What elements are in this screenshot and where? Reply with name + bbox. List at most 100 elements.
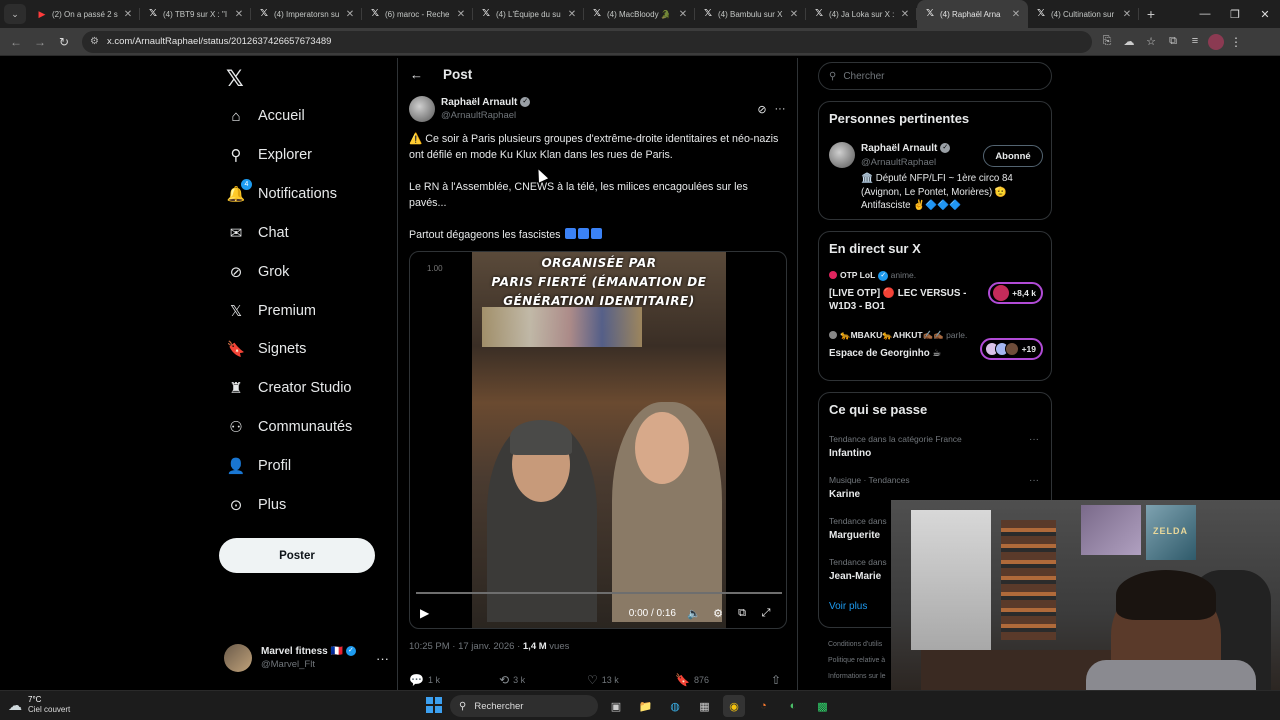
address-bar[interactable]: ⚙ x.com/ArnaultRaphael/status/2012637426… [82, 30, 1092, 53]
back-icon[interactable]: ← [4, 35, 28, 49]
tab-close-icon[interactable]: ✕ [677, 9, 689, 20]
star-icon[interactable]: ☆ [1140, 35, 1162, 48]
browser-tab[interactable]: ▶ (2) On a passé 2 s ✕ [29, 0, 140, 28]
nav-item-profil[interactable]: 👤 Profil [226, 451, 291, 481]
footer-link[interactable]: Conditions d'utilis [828, 637, 886, 653]
more-icon[interactable]: ··· [1029, 475, 1039, 486]
file-explorer-icon[interactable]: 📁 [635, 695, 657, 717]
nav-item-chat[interactable]: ✉ Chat [226, 218, 289, 248]
site-info-icon[interactable]: ⚙ [90, 36, 99, 47]
person-handle[interactable]: @ArnaultRaphael [861, 157, 936, 168]
tab-close-icon[interactable]: ✕ [122, 9, 134, 20]
windows-start-icon[interactable] [426, 697, 442, 713]
media-icon[interactable]: ≡ [1184, 35, 1206, 48]
browser-tab[interactable]: 𝕏 (4) Ja Loka sur X : ✕ [806, 0, 917, 28]
search-input[interactable]: ⚲ Chercher [818, 62, 1052, 90]
browser-tab[interactable]: 𝕏 (4) MacBloody 🐊 ✕ [584, 0, 695, 28]
person-name[interactable]: Raphaël Arnault ✓ [861, 143, 951, 154]
browser-tab[interactable]: 𝕏 (4) TBT9 sur X : "I ✕ [140, 0, 251, 28]
browser-tab[interactable]: 𝕏 (4) Cultination sur ✕ [1028, 0, 1139, 28]
tab-close-icon[interactable]: ✕ [344, 9, 356, 20]
xbox-app-icon[interactable]: ▩ [812, 695, 834, 717]
share-icon[interactable]: ☁ [1118, 35, 1140, 48]
live-listeners-pill[interactable]: +8,4 k [988, 282, 1043, 304]
bookmark-button[interactable]: 🔖 876 [675, 673, 771, 687]
live-item[interactable]: OTP LoL ✓ anime. [LIVE OTP] 🔴 LEC VERSUS … [829, 270, 1043, 313]
account-switcher[interactable]: Marvel fitness 🇫🇷 ✓ @Marvel_Flt ··· [224, 640, 389, 676]
browser-tab[interactable]: 𝕏 (4) Bambulu sur X ✕ [695, 0, 806, 28]
settings-gear-icon[interactable]: ⚙ [706, 607, 730, 620]
author-name[interactable]: Raphaël Arnault ✓ [441, 97, 531, 108]
nav-item-plus[interactable]: ⊙ Plus [226, 490, 287, 520]
trend-item[interactable]: Tendance dans la catégorie France Infant… [829, 434, 1043, 459]
fullscreen-icon[interactable]: ⤢ [754, 607, 778, 620]
close-window-icon[interactable]: ✕ [1250, 8, 1280, 21]
nav-item-grok[interactable]: ⊘ Grok [226, 257, 290, 287]
video-progress-bar[interactable] [416, 592, 782, 594]
nav-item-notifications[interactable]: 🔔 4 Notifications [226, 178, 337, 209]
play-icon[interactable]: ▶ [420, 606, 429, 620]
chrome-icon[interactable]: ◉ [723, 695, 745, 717]
tab-close-icon[interactable]: ✕ [788, 9, 800, 20]
store-icon[interactable]: ▦ [694, 695, 716, 717]
new-tab-button[interactable]: + [1139, 6, 1163, 22]
footer-link[interactable]: Politique relative à [828, 653, 886, 669]
nav-item-premium[interactable]: 𝕏 Premium [226, 296, 316, 326]
browser-tab-active[interactable]: 𝕏 (4) Raphaël Arna ✕ [917, 0, 1028, 28]
tab-close-icon[interactable]: ✕ [233, 9, 245, 20]
nav-item-signets[interactable]: 🔖 Signets [226, 334, 307, 364]
more-icon[interactable]: ··· [1029, 434, 1039, 445]
browser-tab[interactable]: 𝕏 (4) L'Équipe du su ✕ [473, 0, 584, 28]
browser-tab[interactable]: 𝕏 (4) Imperatorsn su ✕ [251, 0, 362, 28]
more-icon[interactable]: ··· [376, 651, 389, 666]
nav-item-creator-studio[interactable]: ♜ Creator Studio [226, 373, 351, 403]
app-icon[interactable]: ◐ [782, 695, 804, 717]
x-logo-icon[interactable]: 𝕏 [226, 66, 244, 92]
nav-item-accueil[interactable]: ⌂ Accueil [226, 101, 304, 131]
video-player[interactable]: 1.00 ORGANISÉE PAR PARIS FIERTÉ (ÉMANATI… [409, 251, 787, 629]
see-more-link[interactable]: Voir plus [829, 601, 867, 612]
avatar[interactable] [409, 96, 435, 122]
trend-item[interactable]: Musique · Tendances Karine ··· [829, 475, 1043, 500]
share-button[interactable]: ⇧ [771, 673, 785, 687]
following-button[interactable]: Abonné [983, 145, 1043, 167]
tab-close-icon[interactable]: ✕ [455, 9, 467, 20]
reply-button[interactable]: 💬 1 k [409, 673, 499, 687]
firefox-icon[interactable]: ◔ [753, 695, 775, 717]
taskbar-search[interactable]: ⚲ Rechercher [450, 695, 598, 717]
like-button[interactable]: ♡ 13 k [587, 673, 675, 687]
avatar[interactable] [829, 142, 855, 168]
browser-menu-icon[interactable]: ⋮ [1224, 35, 1248, 49]
nav-item-communaut-s[interactable]: ⚇ Communautés [226, 412, 352, 442]
nav-item-explorer[interactable]: ⚲ Explorer [226, 140, 313, 170]
forward-icon[interactable]: → [28, 35, 52, 49]
maximize-icon[interactable]: ❐ [1220, 8, 1250, 21]
tab-title: (4) Bambulu sur X [718, 9, 783, 19]
browser-profile-avatar[interactable] [1208, 33, 1224, 50]
post-timestamp[interactable]: 10:25 PM · 17 janv. 2026 · [409, 641, 523, 652]
tab-search-button[interactable]: ⌄ [4, 4, 26, 24]
weather-widget[interactable]: ☁ 7°C Ciel couvert [8, 695, 70, 715]
browser-tab[interactable]: 𝕏 (6) maroc - Reche ✕ [362, 0, 473, 28]
author-handle[interactable]: @ArnaultRaphael [441, 110, 530, 121]
edge-icon[interactable]: ◍ [664, 695, 686, 717]
volume-icon[interactable]: 🔈 [682, 607, 706, 620]
back-arrow-icon[interactable]: ← [410, 67, 423, 82]
tab-close-icon[interactable]: ✕ [1121, 9, 1133, 20]
live-listeners-pill[interactable]: +19 [979, 338, 1043, 360]
grok-icon[interactable]: ⊘ [753, 103, 771, 116]
repost-button[interactable]: ⟲ 3 k [499, 673, 587, 687]
reload-icon[interactable]: ↻ [52, 35, 76, 49]
tab-close-icon[interactable]: ✕ [899, 9, 911, 20]
pip-icon[interactable]: ⧉ [730, 607, 754, 620]
task-view-icon[interactable]: ▣ [605, 695, 627, 717]
more-icon[interactable]: ··· [771, 103, 789, 116]
live-item[interactable]: 🐆MBAKU🐆AHKUT✍🏾✍🏾 parle. Espace de Georgi… [829, 330, 1043, 360]
tab-close-icon[interactable]: ✕ [1010, 9, 1022, 20]
minimize-icon[interactable]: — [1190, 8, 1220, 21]
footer-link[interactable]: Informations sur le [828, 669, 886, 685]
install-app-icon[interactable]: ⎘ [1096, 35, 1118, 48]
post-button[interactable]: Poster [219, 538, 375, 573]
tab-close-icon[interactable]: ✕ [566, 9, 578, 20]
extensions-icon[interactable]: ⧉ [1162, 35, 1184, 48]
